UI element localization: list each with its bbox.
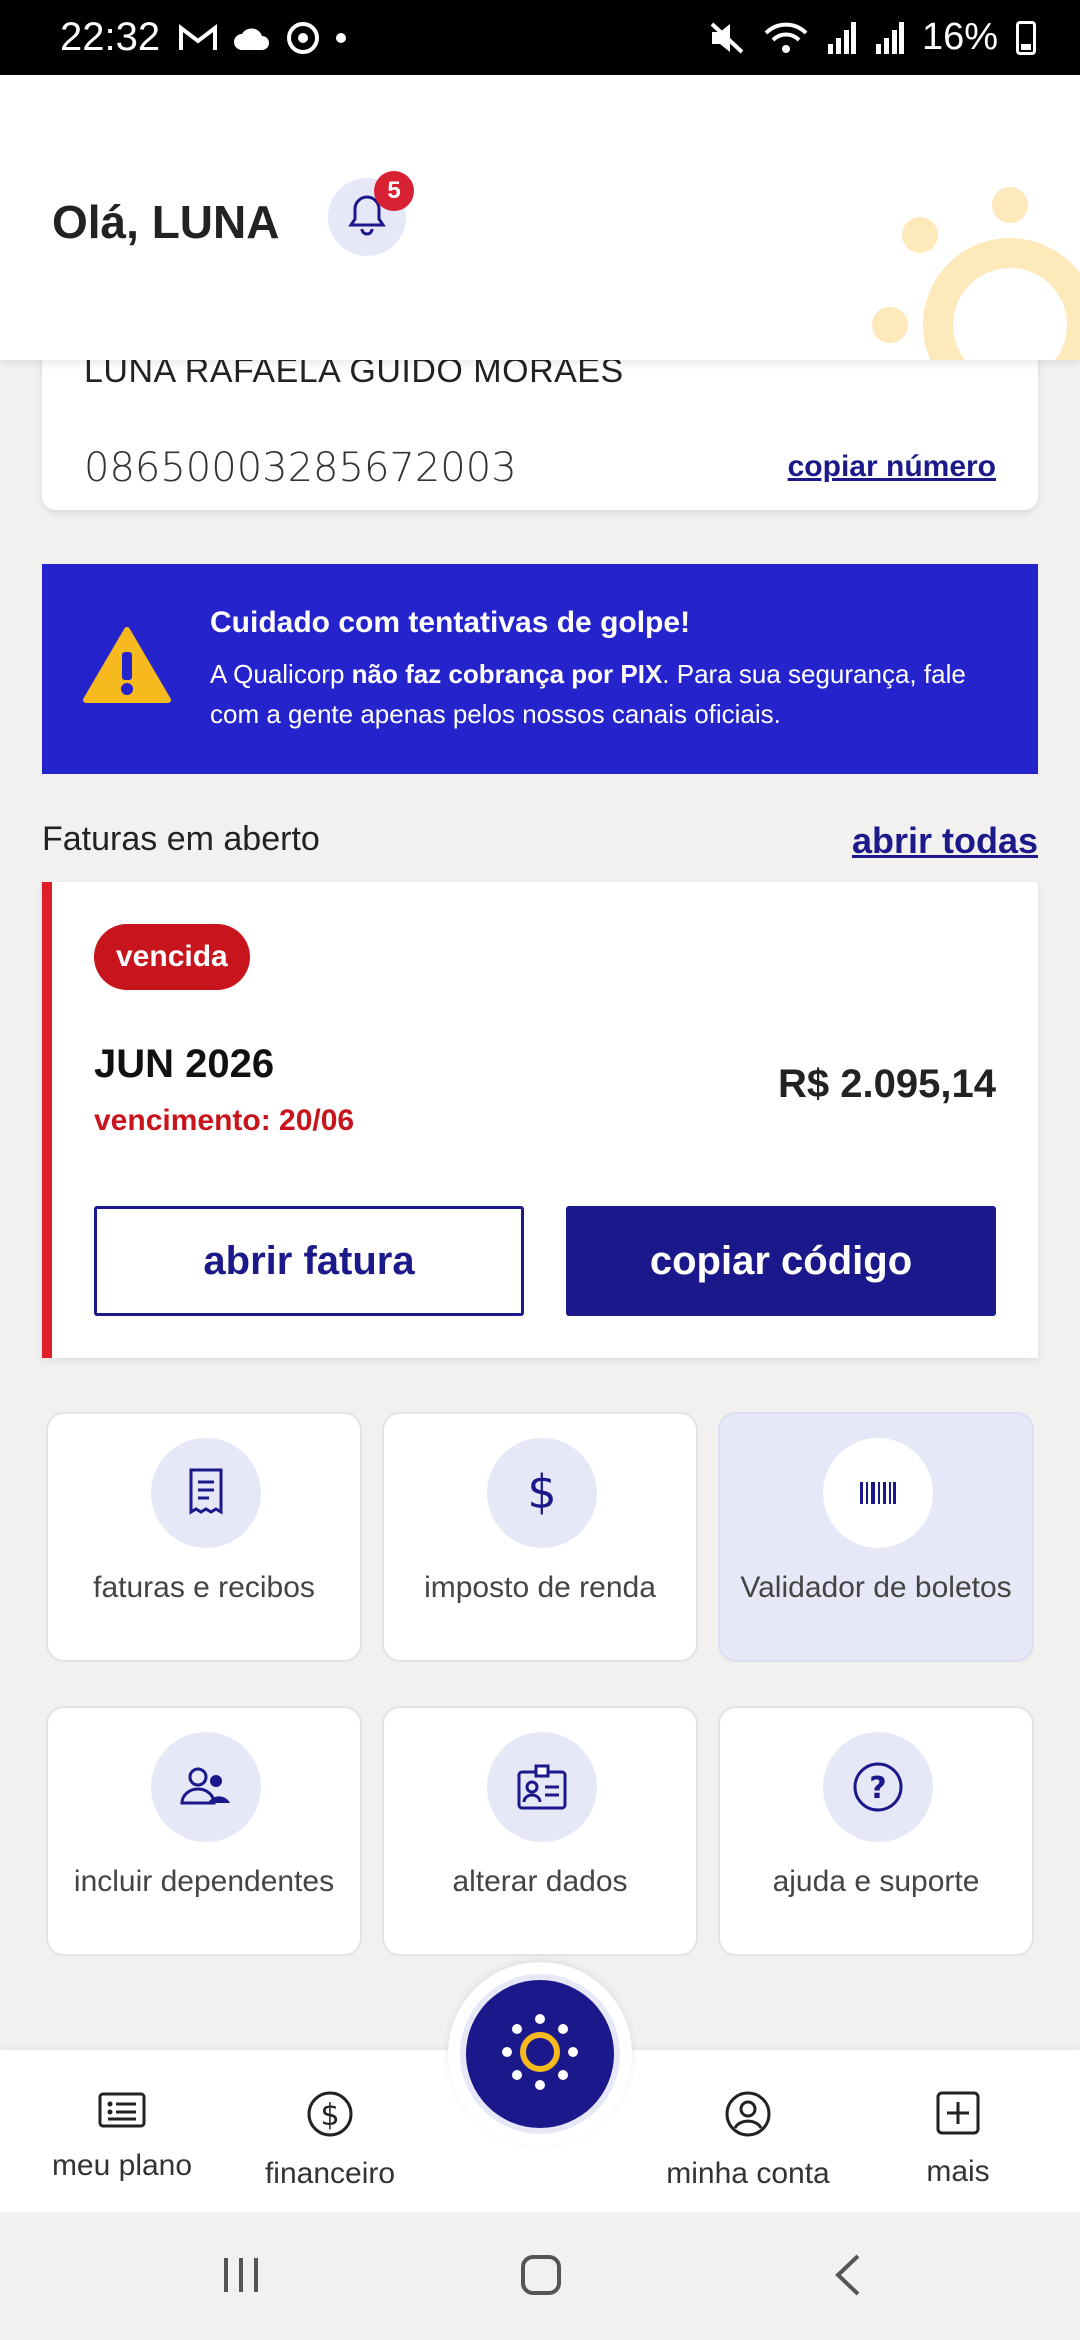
home-fab-button[interactable]: [466, 1980, 614, 2128]
copy-number-link[interactable]: copiar número: [788, 450, 996, 484]
app-header: Olá, LUNA 5: [0, 75, 1080, 360]
svg-text:$: $: [320, 2098, 339, 2133]
back-icon[interactable]: [826, 2252, 872, 2303]
plan-number: 08650003285672003: [84, 445, 517, 491]
svg-text:?: ?: [869, 1771, 886, 1806]
wifi-icon: [764, 21, 808, 55]
tile-label: Validador de boletos: [740, 1571, 1012, 1604]
tile-income-tax[interactable]: $ imposto de renda: [382, 1412, 698, 1662]
open-invoices-title: Faturas em aberto: [42, 820, 320, 858]
system-navigation-bar: [0, 2212, 1080, 2340]
signal-icon: [874, 21, 904, 54]
gmail-icon: [178, 23, 218, 53]
help-icon: ?: [823, 1732, 933, 1842]
receipt-icon: [151, 1438, 261, 1548]
tile-invoices-receipts[interactable]: faturas e recibos: [46, 1412, 362, 1662]
nav-label: minha conta: [666, 2157, 830, 2190]
invoice-card: vencida JUN 2026 vencimento: 20/06 R$ 2.…: [42, 882, 1038, 1358]
scam-warning-banner: Cuidado com tentativas de golpe! A Quali…: [42, 564, 1038, 774]
tile-label: ajuda e suporte: [772, 1865, 980, 1898]
open-invoice-button[interactable]: abrir fatura: [94, 1206, 524, 1316]
warning-title: Cuidado com tentativas de golpe!: [210, 606, 691, 639]
recent-apps-icon[interactable]: [218, 2252, 264, 2303]
tile-change-data[interactable]: alterar dados: [382, 1706, 698, 1956]
dollar-icon: $: [487, 1438, 597, 1548]
users-icon: [151, 1732, 261, 1842]
nav-financial[interactable]: $ financeiro: [230, 2090, 430, 2191]
warning-icon: [82, 626, 172, 711]
nav-label: financeiro: [264, 2157, 396, 2190]
tile-label: imposto de renda: [424, 1571, 656, 1604]
nav-my-plan[interactable]: meu plano: [22, 2090, 222, 2183]
nav-my-account[interactable]: minha conta: [648, 2090, 848, 2191]
user-circle-icon: [724, 2091, 772, 2142]
sun-icon: [495, 2007, 585, 2102]
greeting-title: Olá, LUNA: [52, 196, 280, 248]
battery-percent: 16%: [921, 16, 998, 58]
tile-add-dependents[interactable]: incluir dependentes: [46, 1706, 362, 1956]
chrome-icon: [286, 21, 320, 55]
tile-boleto-validator[interactable]: Validador de boletos: [718, 1412, 1034, 1662]
nav-label: meu plano: [51, 2149, 193, 2182]
svg-text:$: $: [527, 1466, 556, 1519]
warning-text: A Qualicorp não faz cobrança por PIX. Pa…: [210, 659, 966, 729]
battery-icon: [1016, 20, 1036, 55]
nav-label: mais: [926, 2155, 990, 2188]
invoice-due-date: vencimento: 20/06: [94, 1104, 355, 1137]
mute-icon: [708, 20, 746, 56]
list-card-icon: [98, 2092, 146, 2134]
tile-help-support[interactable]: ? ajuda e suporte: [718, 1706, 1034, 1956]
nav-more[interactable]: mais: [858, 2090, 1058, 2189]
status-bar: 22:32 16%: [0, 0, 1080, 75]
notification-badge: 5: [374, 171, 414, 211]
copy-code-button[interactable]: copiar código: [566, 1206, 996, 1316]
status-badge: vencida: [94, 924, 250, 990]
home-icon[interactable]: [518, 2252, 564, 2303]
barcode-icon: [823, 1438, 933, 1548]
dollar-circle-icon: $: [306, 2091, 354, 2142]
cloud-icon: [232, 24, 272, 52]
open-all-link[interactable]: abrir todas: [852, 820, 1038, 862]
clock: 22:32: [60, 15, 161, 59]
tile-label: alterar dados: [452, 1865, 628, 1898]
invoice-month: JUN 2026: [94, 1042, 275, 1086]
dot-icon: [334, 31, 348, 45]
invoice-amount: R$ 2.095,14: [778, 1062, 996, 1106]
plus-square-icon: [935, 2091, 981, 2140]
sun-decoration-icon: [872, 187, 1080, 360]
tile-label: faturas e recibos: [93, 1571, 315, 1604]
id-card-icon: [487, 1732, 597, 1842]
tile-label: incluir dependentes: [73, 1865, 335, 1898]
signal-icon: [826, 21, 856, 54]
